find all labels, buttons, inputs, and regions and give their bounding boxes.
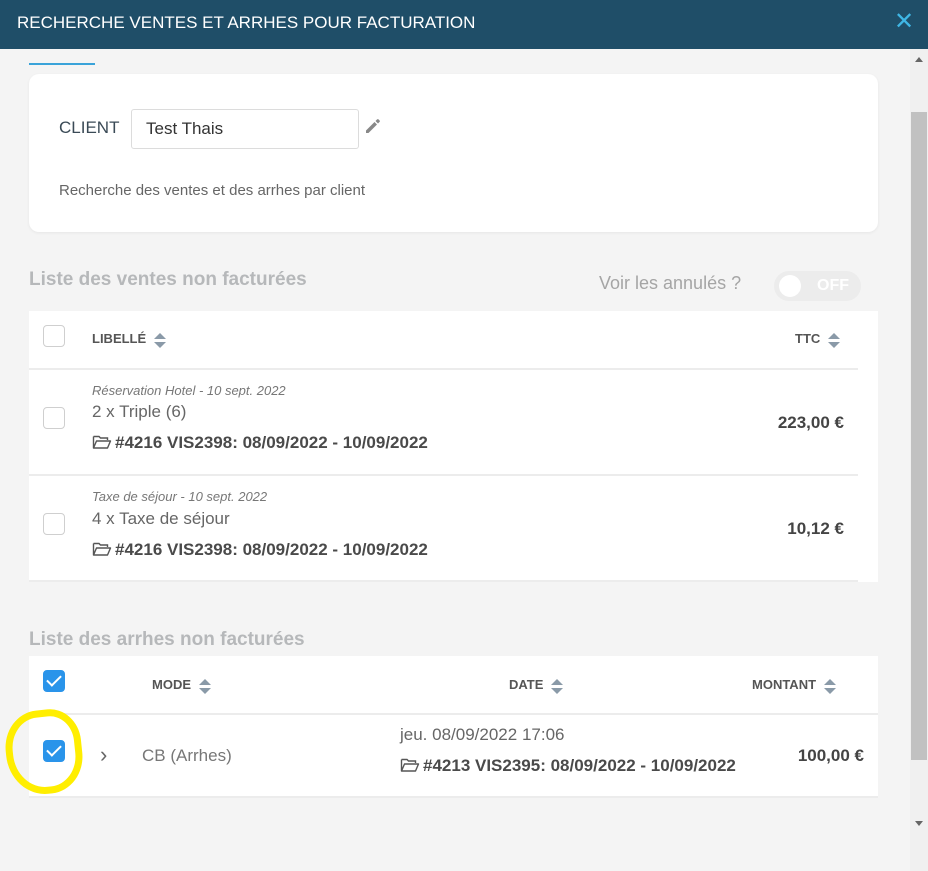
divider	[29, 474, 858, 476]
client-label: CLIENT	[59, 118, 120, 137]
client-help-text: Recherche des ventes et des arrhes par c…	[59, 182, 365, 199]
folder-open-icon	[92, 542, 112, 556]
row-checkbox[interactable]	[43, 513, 65, 535]
close-icon[interactable]: ✕	[894, 9, 914, 35]
item-category: Réservation Hotel - 10 sept. 2022	[92, 383, 286, 398]
column-label-text: LIBELLÉ	[92, 331, 147, 346]
folder-open-icon	[92, 435, 112, 449]
item-amount: 223,00 €	[777, 413, 844, 432]
folder-open-icon	[400, 758, 420, 772]
column-date-text: DATE	[509, 677, 544, 692]
toggle-state: OFF	[817, 277, 849, 294]
payment-date: jeu. 08/09/2022 17:06	[400, 725, 565, 744]
row-checkbox[interactable]	[43, 740, 65, 762]
divider	[29, 580, 858, 582]
show-cancelled-toggle[interactable]: OFF	[774, 271, 861, 301]
dialog-title: RECHERCHE VENTES ET ARRHES POUR FACTURAT…	[17, 13, 476, 32]
sort-icon	[551, 678, 564, 694]
sales-table: LIBELLÉ TTC Réservation Hotel - 10 sept.…	[29, 311, 878, 582]
sort-icon	[824, 678, 837, 694]
column-header-date[interactable]: DATE	[509, 677, 564, 694]
deposits-table: MODE DATE MONTANT › CB (Arrhes) jeu. 08/…	[29, 656, 878, 798]
column-header-label[interactable]: LIBELLÉ	[92, 331, 167, 348]
payment-amount: 100,00 €	[797, 746, 864, 765]
deposits-select-all-checkbox[interactable]	[43, 670, 65, 692]
item-description: 4 x Taxe de séjour	[92, 509, 230, 528]
scroll-thumb[interactable]	[911, 112, 927, 760]
sort-icon	[154, 332, 167, 348]
client-search-card: CLIENT Test Thais Recherche des ventes e…	[29, 74, 878, 232]
column-header-mode[interactable]: MODE	[152, 677, 211, 694]
dialog-header: RECHERCHE VENTES ET ARRHES POUR FACTURAT…	[0, 0, 928, 49]
deposits-section-title: Liste des arrhes non facturées	[29, 629, 305, 650]
reservation-reference[interactable]: #4216 VIS2398: 08/09/2022 - 10/09/2022	[115, 433, 428, 453]
column-mode-text: MODE	[152, 677, 191, 692]
sort-icon	[828, 332, 841, 348]
sales-select-all-checkbox[interactable]	[43, 325, 65, 347]
item-description: 2 x Triple (6)	[92, 402, 187, 421]
chevron-right-icon[interactable]: ›	[100, 744, 107, 766]
scroll-up-arrow-icon[interactable]	[910, 53, 928, 67]
client-input[interactable]: Test Thais	[131, 109, 359, 149]
payment-mode: CB (Arrhes)	[142, 746, 232, 765]
pencil-icon[interactable]	[363, 116, 383, 136]
column-header-ttc[interactable]: TTC	[795, 331, 841, 348]
vertical-scrollbar[interactable]	[910, 49, 928, 871]
item-amount: 10,12 €	[787, 519, 844, 538]
column-amount-text: MONTANT	[752, 677, 817, 692]
divider	[29, 796, 878, 798]
sales-section-title: Liste des ventes non facturées	[29, 269, 307, 290]
show-cancelled-label: Voir les annulés ?	[599, 273, 742, 293]
active-tab-indicator	[29, 63, 95, 65]
column-ttc-text: TTC	[795, 331, 821, 346]
reservation-reference[interactable]: #4213 VIS2395: 08/09/2022 - 10/09/2022	[423, 756, 736, 776]
reservation-reference[interactable]: #4216 VIS2398: 08/09/2022 - 10/09/2022	[115, 540, 428, 560]
item-category: Taxe de séjour - 10 sept. 2022	[92, 489, 268, 504]
divider	[29, 713, 878, 715]
sort-icon	[199, 678, 211, 694]
toggle-knob	[779, 275, 801, 297]
column-header-amount[interactable]: MONTANT	[752, 677, 837, 694]
scroll-down-arrow-icon[interactable]	[910, 817, 928, 831]
row-checkbox[interactable]	[43, 407, 65, 429]
divider	[29, 368, 858, 370]
